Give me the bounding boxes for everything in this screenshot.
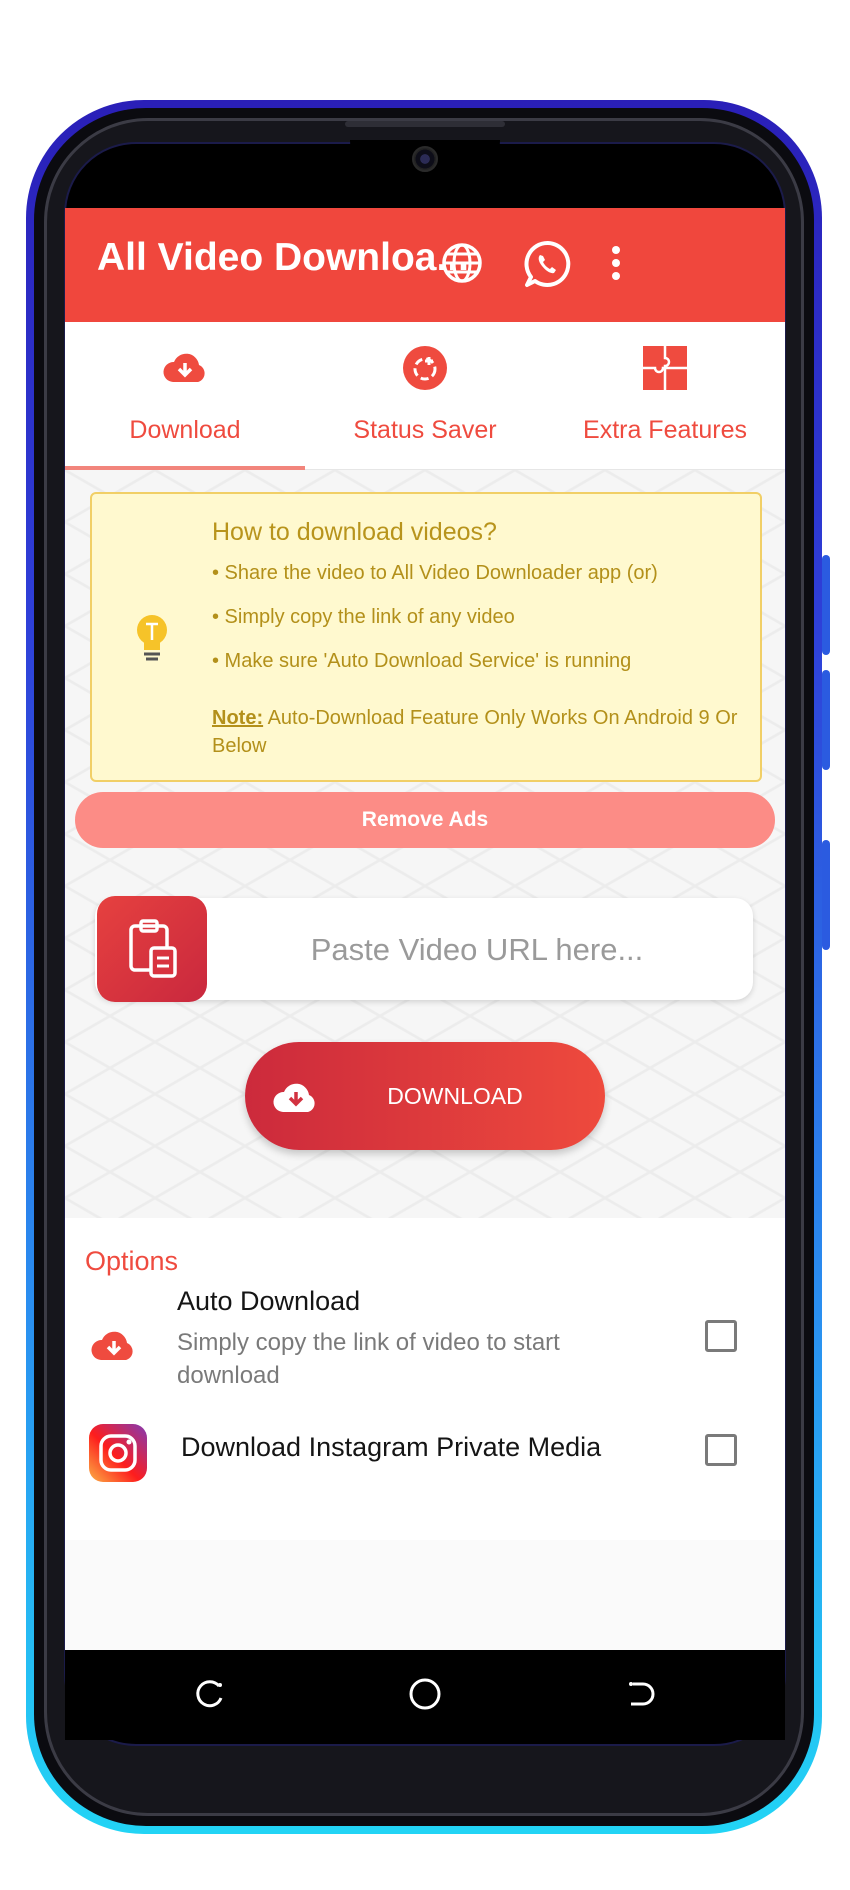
download-button[interactable]: DOWNLOAD [245,1042,605,1150]
back-icon[interactable] [621,1674,661,1714]
front-camera [412,146,438,172]
cloud-download-icon [89,1318,141,1370]
how-to-note: Note: Auto-Download Feature Only Works O… [212,704,752,760]
auto-download-checkbox[interactable] [705,1320,737,1352]
tab-status-saver[interactable]: Status Saver [305,322,545,470]
volume-up-button [822,555,830,655]
how-to-card: How to download videos? • Share the vide… [90,492,762,782]
options-title: Options [85,1246,179,1276]
globe-icon[interactable] [437,238,487,288]
tab-label: Status Saver [353,416,497,444]
app-title: All Video Downloa... [97,236,469,279]
recent-apps-icon[interactable] [189,1674,229,1714]
lightbulb-icon [132,612,172,668]
instagram-private-media-checkbox[interactable] [705,1434,737,1466]
paste-button[interactable] [97,896,207,1002]
app-toolbar: All Video Downloa... [65,208,785,322]
instagram-icon [87,1422,149,1484]
puzzle-icon [639,342,691,394]
home-icon[interactable] [405,1674,445,1714]
app-screen: All Video Downloa... Download Status Sav… [65,208,785,1650]
tab-download[interactable]: Download [65,322,305,470]
options-section: Options Auto Download Simply copy the li… [65,1218,785,1540]
status-saver-icon [399,342,451,394]
note-label: Note: [212,707,264,729]
tab-bar: Download Status Saver Extra Features [65,322,785,470]
power-button [822,840,830,950]
empty-area [65,1540,785,1650]
note-text: Auto-Download Feature Only Works On Andr… [212,707,738,757]
how-to-title: How to download videos? [212,518,497,546]
cloud-download-icon [271,1072,323,1118]
cloud-download-icon [159,342,211,394]
remove-ads-button[interactable]: Remove Ads [75,792,775,848]
auto-download-title: Auto Download [177,1286,361,1316]
video-url-input[interactable] [215,916,739,984]
instagram-private-media-title: Download Instagram Private Media [181,1432,602,1462]
more-vert-icon[interactable] [601,238,631,288]
tab-label: Extra Features [583,416,747,444]
volume-down-button [822,670,830,770]
tab-extra-features[interactable]: Extra Features [545,322,785,470]
system-navigation-bar [65,1650,785,1740]
how-to-step: • Share the video to All Video Downloade… [212,562,658,584]
download-button-label: DOWNLOAD [387,1083,523,1109]
tab-label: Download [129,416,241,444]
auto-download-description: Simply copy the link of video to start d… [177,1329,560,1389]
earpiece-speaker [345,121,505,127]
how-to-step: • Make sure 'Auto Download Service' is r… [212,650,632,672]
whatsapp-icon[interactable] [520,236,576,292]
how-to-step: • Simply copy the link of any video [212,606,515,628]
